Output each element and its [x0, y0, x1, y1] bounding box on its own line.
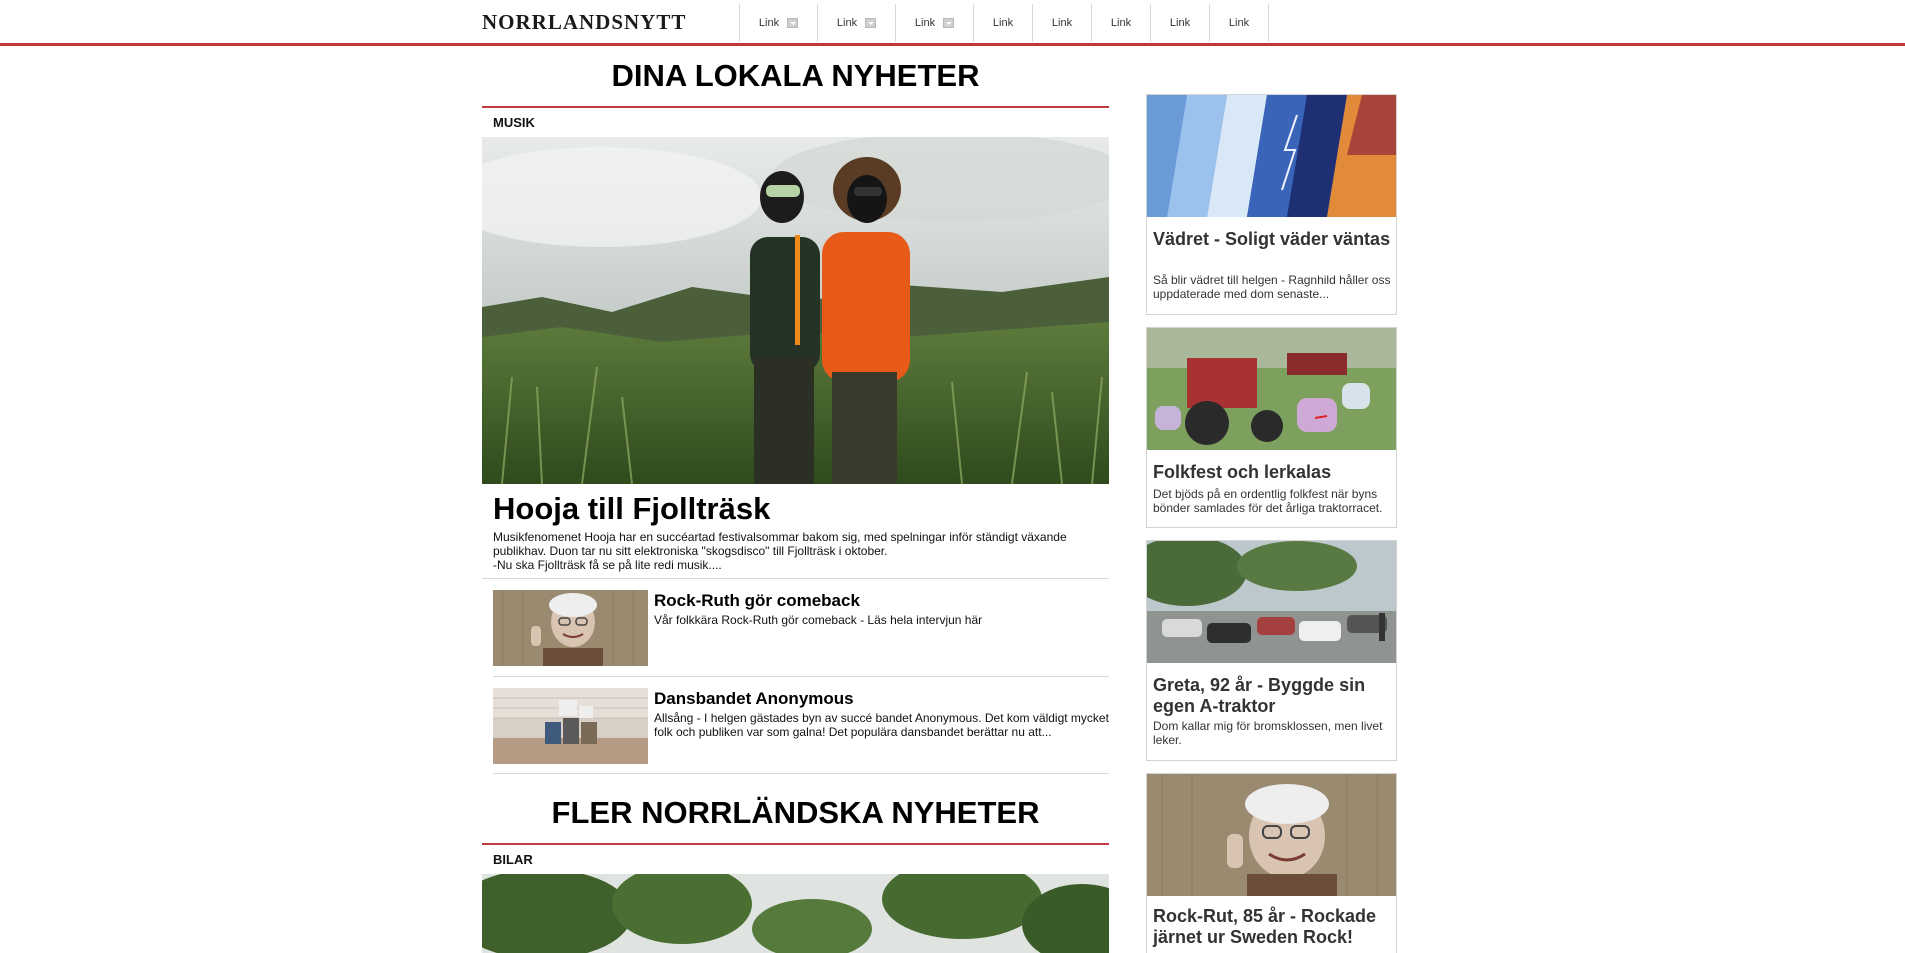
hero-summary: Musikfenomenet Hooja har en succéartad f…: [493, 530, 1093, 572]
nav-link-7[interactable]: Link: [1151, 4, 1210, 42]
category-label[interactable]: MUSIK: [493, 115, 535, 130]
site-logo[interactable]: NORRLANDSNYTT: [482, 10, 686, 35]
dropdown-caret-icon: [787, 18, 799, 28]
nav-link-3[interactable]: Link: [896, 4, 974, 42]
nav-link-label: Link: [758, 17, 780, 29]
sidebar-card-folkfest[interactable]: Folkfest och lerkalas Det bjöds på en or…: [1146, 327, 1397, 528]
list-item-title[interactable]: Dansbandet Anonymous: [654, 689, 854, 709]
main-nav: Link Link Link Link Link Link Link Link: [739, 4, 1269, 42]
thumbnail-rock-ruth[interactable]: [493, 590, 648, 666]
weather-image[interactable]: [1147, 95, 1396, 217]
bilar-article-image[interactable]: [482, 874, 1109, 953]
section-heading-local-news: DINA LOKALA NYHETER: [611, 58, 980, 93]
top-navbar: NORRLANDSNYTT Link Link Link Link Link L…: [0, 0, 1905, 46]
list-item-title[interactable]: Rock-Ruth gör comeback: [654, 591, 860, 611]
nav-link-8[interactable]: Link: [1210, 4, 1269, 42]
list-item-summary: Vår folkkära Rock-Ruth gör comeback - Lä…: [654, 613, 983, 627]
sidebar-card-weather[interactable]: Vädret - Soligt väder väntas Så blir väd…: [1146, 94, 1397, 315]
nav-link-2[interactable]: Link: [818, 4, 896, 42]
article-divider: [493, 773, 1109, 774]
nav-link-6[interactable]: Link: [1092, 4, 1151, 42]
list-item[interactable]: Dansbandet Anonymous Allsång - I helgen …: [493, 688, 1109, 766]
category-label[interactable]: BILAR: [493, 852, 533, 867]
article-divider: [493, 676, 1109, 677]
rock-rut-image[interactable]: [1147, 774, 1396, 896]
dropdown-caret-icon: [865, 18, 877, 28]
card-summary: Dom kallar mig för bromsklossen, men liv…: [1153, 719, 1383, 747]
nav-link-5[interactable]: Link: [1033, 4, 1092, 42]
tractor-image[interactable]: [1147, 328, 1396, 450]
hero-image[interactable]: [482, 137, 1109, 484]
car-meeting-image[interactable]: [1147, 541, 1396, 663]
nav-link-label: Link: [1110, 17, 1132, 29]
sidebar-card-rock-rut[interactable]: Rock-Rut, 85 år - Rockade järnet ur Swed…: [1146, 773, 1397, 953]
nav-link-label: Link: [1228, 17, 1250, 29]
dropdown-caret-icon: [943, 18, 955, 28]
article-divider: [482, 578, 1109, 579]
nav-link-label: Link: [1169, 17, 1191, 29]
section-divider: [482, 843, 1109, 845]
card-summary: Så blir vädret till helgen - Ragnhild hå…: [1153, 273, 1391, 301]
card-title[interactable]: Greta, 92 år - Byggde sin egen A-traktor: [1153, 675, 1391, 717]
list-item-summary: Allsång - I helgen gästades byn av succé…: [654, 711, 1109, 739]
card-summary: Det bjöds på en ordentlig folkfest när b…: [1153, 487, 1383, 515]
nav-link-label: Link: [1051, 17, 1073, 29]
hero-summary-line: Musikfenomenet Hooja har en succéartad f…: [493, 530, 1067, 544]
nav-link-label: Link: [914, 17, 936, 29]
nav-link-label: Link: [992, 17, 1014, 29]
card-title[interactable]: Vädret - Soligt väder väntas: [1153, 229, 1391, 250]
hero-headline[interactable]: Hooja till Fjollträsk: [493, 491, 770, 527]
nav-link-1[interactable]: Link: [740, 4, 818, 42]
nav-link-label: Link: [836, 17, 858, 29]
sidebar-card-greta[interactable]: Greta, 92 år - Byggde sin egen A-traktor…: [1146, 540, 1397, 761]
section-divider: [482, 106, 1109, 108]
card-title[interactable]: Rock-Rut, 85 år - Rockade järnet ur Swed…: [1153, 906, 1391, 948]
hero-summary-line: -Nu ska Fjollträsk få se på lite redi mu…: [493, 558, 722, 572]
nav-link-4[interactable]: Link: [974, 4, 1033, 42]
thumbnail-dansbandet[interactable]: [493, 688, 648, 764]
list-item[interactable]: Rock-Ruth gör comeback Vår folkkära Rock…: [493, 590, 1109, 668]
section-heading-more-news: FLER NORRLÄNDSKA NYHETER: [551, 795, 1040, 830]
hero-summary-line: publikhav. Duon tar nu sitt elektroniska…: [493, 544, 888, 558]
card-title[interactable]: Folkfest och lerkalas: [1153, 462, 1391, 483]
